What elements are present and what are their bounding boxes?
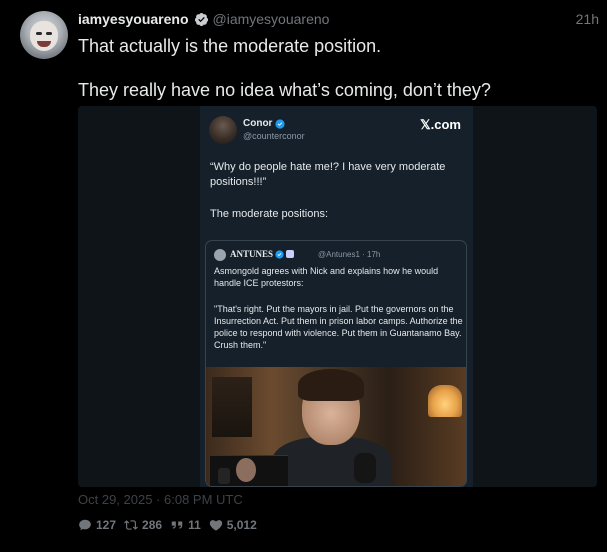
inset-microphone [218,468,230,484]
like-stat[interactable]: 5,012 [209,518,257,532]
screenshot-card: Conor @counterconor 𝕏.com “Why do people… [200,106,473,487]
heart-icon [209,520,222,531]
avatar-eye [46,32,52,35]
post-time[interactable]: 21h [576,11,599,27]
card-author-name: Conor [243,118,286,129]
quote-count: 11 [188,518,201,532]
avatar-eye [36,32,42,35]
quote-stat[interactable]: 11 [170,518,201,532]
quote-video-frame [206,367,466,486]
verified-badge-icon [194,12,208,26]
streamer-inset [210,455,288,486]
retweet-stat[interactable]: 286 [124,518,162,532]
verified-badge-icon [275,249,284,259]
quote-text-2: "That's right. Put the mayors in jail. P… [214,304,463,350]
quoted-post: ANTUNES @Antunes1 · 17h Asmongold agrees… [205,240,467,487]
like-count: 5,012 [226,518,257,532]
microphone [354,453,376,483]
retweet-count: 286 [142,518,163,532]
quote-handle-time: @Antunes1 · 17h [318,250,381,259]
user-avatar[interactable] [20,11,68,59]
x-logo-text: 𝕏.com [420,117,461,132]
reply-stat[interactable]: 127 [78,518,116,532]
inset-person-head [236,458,256,482]
verified-badge-icon [275,118,286,129]
card-author-handle: @counterconor [243,131,305,141]
quote-text-1: Asmongold agrees with Nick and explains … [214,266,439,288]
card-body-line-1: “Why do people hate me!? I have very mod… [210,161,446,188]
reply-count: 127 [96,518,117,532]
reply-icon [79,519,91,531]
user-handle[interactable]: @iamyesyouareno [213,11,330,27]
post-text-line-1: That actually is the moderate position. [78,36,382,56]
quote-icon [171,521,183,529]
quote-author-name: ANTUNES [230,249,295,259]
card-author-avatar [209,116,237,144]
card-author-name-text: Conor [243,118,273,129]
engagement-stats: 127 286 11 5,012 [78,517,265,533]
post-header: iamyesyouareno @iamyesyouareno 21h [78,9,599,29]
quote-author-name-text: ANTUNES [230,249,274,259]
card-body-line-2: The moderate positions: [210,208,329,220]
person-hair [298,369,364,401]
affiliate-badge-icon [286,250,295,258]
background-lamp [428,385,462,417]
display-name[interactable]: iamyesyouareno [78,11,189,27]
post-date[interactable]: Oct 29, 2025 · 6:08 PM UTC [78,492,243,507]
attached-image[interactable]: Conor @counterconor 𝕏.com “Why do people… [78,106,597,487]
retweet-icon [124,520,138,530]
background-shelf [212,377,252,437]
post-text-line-2: They really have no idea what’s coming, … [78,80,491,100]
quote-author-avatar [214,249,226,261]
